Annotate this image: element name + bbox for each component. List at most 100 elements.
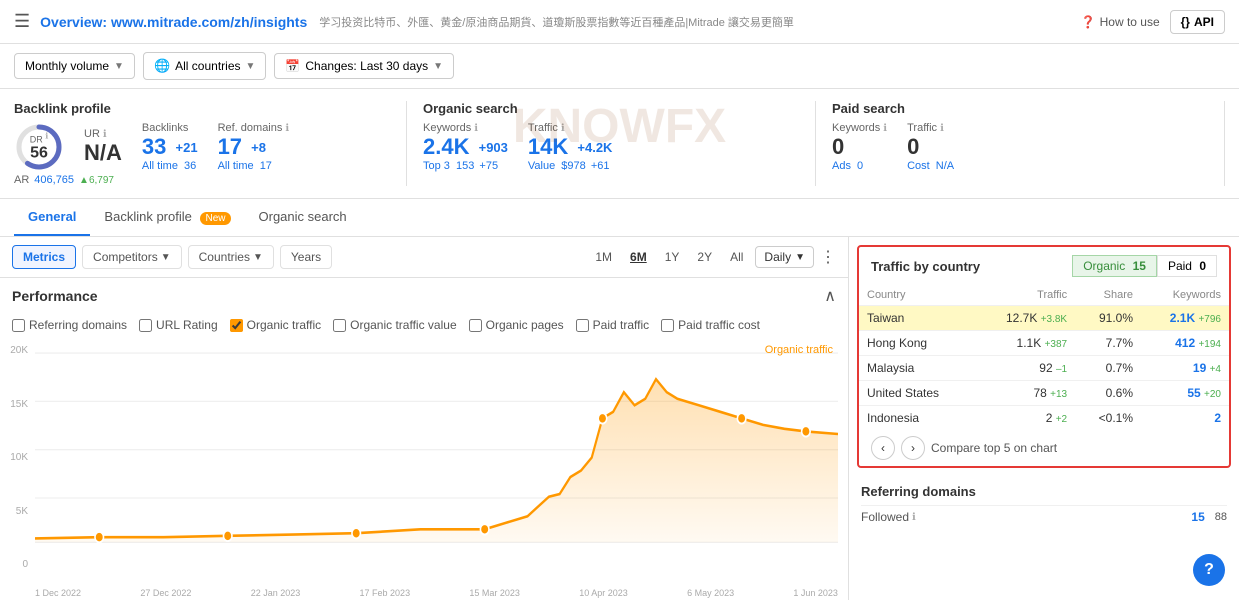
ref-domains-stat: Ref. domains ℹ 17 +8 All time 17	[218, 122, 290, 172]
cb-referring-domains-input[interactable]	[12, 319, 25, 332]
help-button[interactable]: ?	[1193, 554, 1225, 586]
paid-cost-label: Cost	[907, 160, 930, 172]
ref-domains-label: Ref. domains	[218, 122, 283, 134]
cb-paid-traffic[interactable]: Paid traffic	[576, 318, 649, 332]
ref-domains-sub-val: 17	[260, 160, 272, 172]
table-row[interactable]: Hong Kong 1.1K +387 7.7% 412 +194	[859, 331, 1229, 356]
cb-organic-traffic-input[interactable]	[230, 319, 243, 332]
ur-stat: UR ℹ N/A	[84, 128, 122, 166]
organic-keywords-sub: Top 3 153 +75	[423, 160, 508, 172]
table-row[interactable]: Malaysia 92 –1 0.7% 19 +4	[859, 356, 1229, 381]
api-button[interactable]: {} API	[1170, 10, 1225, 34]
compare-label[interactable]: Compare top 5 on chart	[931, 441, 1057, 455]
table-row[interactable]: Indonesia 2 +2 <0.1% 2	[859, 406, 1229, 431]
title-url[interactable]: www.mitrade.com/zh/insights	[111, 14, 307, 30]
collapse-button[interactable]: ∧	[824, 286, 836, 306]
countries-button[interactable]: Countries ▼	[188, 245, 274, 269]
traffic-cell: 12.7K +3.8K	[974, 306, 1075, 331]
cb-organic-traffic-value[interactable]: Organic traffic value	[333, 318, 457, 332]
organic-tab[interactable]: Organic 15	[1072, 255, 1157, 277]
monthly-volume-button[interactable]: Monthly volume ▼	[14, 53, 135, 79]
organic-keywords-sub-delta: +75	[479, 160, 498, 172]
all-countries-button[interactable]: 🌐 All countries ▼	[143, 52, 266, 80]
period-1y[interactable]: 1Y	[659, 246, 686, 268]
prev-page-button[interactable]: ‹	[871, 436, 895, 460]
table-row[interactable]: Taiwan 12.7K +3.8K 91.0% 2.1K +796	[859, 306, 1229, 331]
tab-backlink-profile[interactable]: Backlink profile New	[90, 199, 244, 236]
paid-keywords-info-icon[interactable]: ℹ	[883, 123, 887, 134]
keywords-cell: 19 +4	[1141, 356, 1229, 381]
competitors-button[interactable]: Competitors ▼	[82, 245, 182, 269]
title-prefix: Overview:	[40, 14, 111, 30]
paid-tab[interactable]: Paid 0	[1157, 255, 1217, 277]
ref-domains-info-icon[interactable]: ℹ	[285, 123, 289, 134]
cb-organic-traffic[interactable]: Organic traffic	[230, 318, 321, 332]
backlink-profile-block: Backlink profile DR ℹ 56 UR	[14, 101, 407, 186]
keywords-cell: 55 +20	[1141, 381, 1229, 406]
backlinks-number: 33	[142, 134, 166, 159]
organic-traffic-label: Traffic	[528, 122, 558, 134]
metrics-button[interactable]: Metrics	[12, 245, 76, 269]
interval-select[interactable]: Daily ▼	[755, 246, 814, 268]
cb-url-rating[interactable]: URL Rating	[139, 318, 218, 332]
share-cell: 0.7%	[1075, 356, 1141, 381]
paid-traffic-info-icon[interactable]: ℹ	[940, 123, 944, 134]
referring-domains-title: Referring domains	[861, 484, 1227, 499]
paid-tab-count: 0	[1199, 259, 1206, 273]
backlinks-sub-label: All time	[142, 160, 178, 172]
countries-label: Countries	[199, 250, 250, 264]
tab-organic-search[interactable]: Organic search	[245, 199, 361, 236]
competitors-caret: ▼	[161, 252, 171, 263]
paid-ads-label: Ads	[832, 160, 851, 172]
organic-keywords-sub-label: Top 3	[423, 160, 450, 172]
period-1m[interactable]: 1M	[589, 246, 618, 268]
country-col-header: Country	[859, 285, 974, 306]
cb-paid-traffic-input[interactable]	[576, 319, 589, 332]
chart-options-icon[interactable]: ⋮	[820, 247, 836, 267]
years-button[interactable]: Years	[280, 245, 332, 269]
cb-referring-domains[interactable]: Referring domains	[12, 318, 127, 332]
ar-delta: ▲6,797	[79, 175, 114, 186]
table-row[interactable]: United States 78 +13 0.6% 55 +20	[859, 381, 1229, 406]
cb-organic-traffic-value-input[interactable]	[333, 319, 346, 332]
cb-paid-traffic-cost-input[interactable]	[661, 319, 674, 332]
followed-info-icon[interactable]: ℹ	[912, 512, 916, 523]
ref-domains-delta: +8	[251, 140, 266, 155]
paid-ads-sub: Ads 0	[832, 160, 887, 172]
how-to-use-link[interactable]: ❓ How to use	[1081, 15, 1160, 29]
all-countries-label: All countries	[175, 59, 240, 73]
organic-traffic-sub: Value $978 +61	[528, 160, 613, 172]
header-subtitle: 学习投资比特币、外匯、黄金/原油商品期貨、道瓊斯股票指數等近百種產品|Mitra…	[319, 14, 1080, 30]
organic-keywords-number: 2.4K	[423, 134, 469, 159]
new-badge: New	[200, 212, 230, 225]
cb-organic-pages-input[interactable]	[469, 319, 482, 332]
organic-keywords-info-icon[interactable]: ℹ	[474, 123, 478, 134]
info-icon[interactable]: ℹ	[45, 132, 48, 141]
chevron-down-icon: ▼	[114, 61, 124, 72]
organic-traffic-info-icon[interactable]: ℹ	[561, 123, 565, 134]
ref-domains-number: 17	[218, 134, 242, 159]
chevron-down-icon: ▼	[433, 61, 443, 72]
period-2y[interactable]: 2Y	[691, 246, 718, 268]
period-all[interactable]: All	[724, 246, 749, 268]
tab-general[interactable]: General	[14, 199, 90, 236]
paid-tab-label: Paid	[1168, 259, 1192, 273]
cb-url-rating-input[interactable]	[139, 319, 152, 332]
changes-button[interactable]: 📅 Changes: Last 30 days ▼	[274, 53, 454, 79]
backlinks-value: 33 +21	[142, 134, 198, 160]
followed-val2: 88	[1215, 511, 1227, 523]
ref-domains-value: 17 +8	[218, 134, 290, 160]
ur-info-icon[interactable]: ℹ	[103, 129, 107, 140]
competitors-label: Competitors	[93, 250, 158, 264]
cb-organic-pages[interactable]: Organic pages	[469, 318, 564, 332]
ar-label: AR	[14, 174, 29, 186]
menu-icon[interactable]: ☰	[14, 11, 30, 32]
organic-search-block: Organic search Keywords ℹ 2.4K +903 Top …	[407, 101, 816, 186]
next-page-button[interactable]: ›	[901, 436, 925, 460]
paid-traffic-value: 0	[907, 134, 954, 160]
period-6m[interactable]: 6M	[624, 246, 653, 268]
cb-paid-traffic-cost[interactable]: Paid traffic cost	[661, 318, 760, 332]
organic-keywords-delta: +903	[479, 140, 508, 155]
share-col-header: Share	[1075, 285, 1141, 306]
interval-label: Daily	[764, 250, 791, 264]
